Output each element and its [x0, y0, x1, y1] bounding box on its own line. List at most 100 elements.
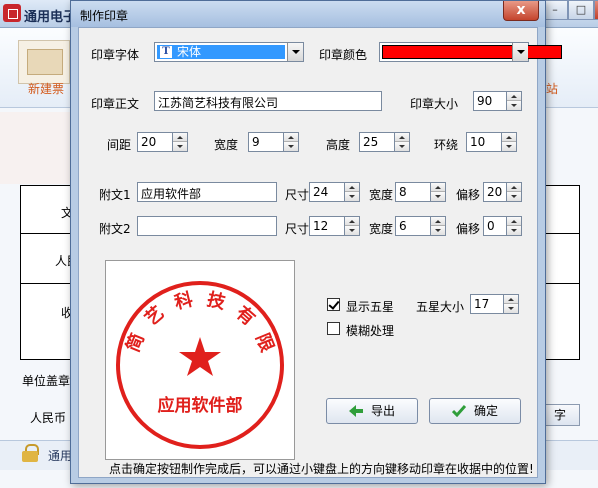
- spin-up-icon[interactable]: [173, 133, 187, 142]
- sub2-offset-input[interactable]: 0: [483, 216, 507, 236]
- stamp-unit-label: 单位盖章: [22, 374, 71, 388]
- sub2-width-spinner[interactable]: [430, 216, 446, 236]
- sub2-size-spinner[interactable]: [344, 216, 360, 236]
- spin-up-icon[interactable]: [395, 133, 409, 142]
- sub1-width-label: 宽度: [369, 188, 394, 202]
- spin-down-icon[interactable]: [345, 192, 359, 201]
- chevron-down-icon[interactable]: [287, 43, 303, 61]
- sub1-input[interactable]: 应用软件部: [137, 182, 277, 202]
- height-spinner[interactable]: [394, 132, 410, 152]
- spin-down-icon[interactable]: [507, 226, 521, 235]
- spin-up-icon[interactable]: [431, 183, 445, 192]
- sub1-width-input[interactable]: 8: [395, 182, 431, 202]
- font-select-value: T 宋体: [157, 45, 285, 59]
- spin-up-icon[interactable]: [284, 133, 298, 142]
- seal-preview: 江苏简艺科技有限公司 应用软件部: [97, 244, 295, 460]
- star-size-input[interactable]: 17: [470, 294, 504, 314]
- blur-checkbox[interactable]: [327, 322, 340, 335]
- spacing-input[interactable]: 20: [137, 132, 173, 152]
- dialog-title: 制作印章: [80, 9, 129, 23]
- sub2-offset-spinner[interactable]: [506, 216, 522, 236]
- spin-down-icon[interactable]: [504, 304, 518, 313]
- spin-up-icon[interactable]: [345, 183, 359, 192]
- checkmark-icon: [452, 405, 466, 417]
- height-label: 高度: [326, 138, 351, 152]
- sub1-size-label: 尺寸: [285, 188, 310, 202]
- spin-down-icon[interactable]: [507, 101, 521, 110]
- color-label: 印章颜色: [319, 48, 368, 62]
- font-select[interactable]: T 宋体: [154, 42, 304, 62]
- spin-down-icon[interactable]: [284, 142, 298, 151]
- color-swatch: [382, 45, 562, 59]
- sub1-size-spinner[interactable]: [344, 182, 360, 202]
- spin-up-icon[interactable]: [431, 217, 445, 226]
- background-banner: [0, 112, 74, 184]
- star-icon: [179, 337, 221, 376]
- spin-up-icon[interactable]: [507, 92, 521, 101]
- maximize-button[interactable]: □: [568, 0, 594, 20]
- spin-up-icon[interactable]: [507, 217, 521, 226]
- sub1-width-spinner[interactable]: [430, 182, 446, 202]
- width-spinner[interactable]: [283, 132, 299, 152]
- spin-down-icon[interactable]: [502, 142, 516, 151]
- ok-button[interactable]: 确定: [429, 398, 521, 424]
- make-seal-dialog: 制作印章 x 印章字体 T 宋体 印章颜色 印章正文 江苏简艺科技有限公司 印章…: [70, 0, 562, 484]
- color-select[interactable]: [379, 42, 562, 62]
- spacing-label: 间距: [107, 138, 132, 152]
- sub1-label: 附文1: [99, 188, 131, 202]
- app-logo-icon: [3, 4, 21, 22]
- loop-spinner[interactable]: [501, 132, 517, 152]
- spacing-spinner[interactable]: [172, 132, 188, 152]
- background-close-button[interactable]: x: [594, 0, 598, 20]
- size-spinner[interactable]: [506, 91, 522, 111]
- width-input[interactable]: 9: [248, 132, 284, 152]
- size-label: 印章大小: [410, 97, 459, 111]
- spin-down-icon[interactable]: [431, 192, 445, 201]
- hint-text: 点击确定按钮制作完成后，可以通过小键盘上的方向键移动印章在收据中的位置!: [109, 462, 534, 476]
- new-receipt-icon[interactable]: [18, 40, 70, 84]
- height-input[interactable]: 25: [359, 132, 395, 152]
- spin-down-icon[interactable]: [395, 142, 409, 151]
- sub2-size-input[interactable]: 12: [309, 216, 345, 236]
- spin-up-icon[interactable]: [345, 217, 359, 226]
- chevron-down-icon[interactable]: [512, 43, 528, 61]
- sub1-size-input[interactable]: 24: [309, 182, 345, 202]
- show-star-checkbox[interactable]: [327, 298, 340, 311]
- spin-up-icon[interactable]: [504, 295, 518, 304]
- font-label: 印章字体: [91, 48, 140, 62]
- rmb-label: 人民币: [30, 411, 67, 425]
- spin-down-icon[interactable]: [507, 192, 521, 201]
- toolbar-right-label[interactable]: 站: [546, 80, 558, 97]
- star-size-spinner[interactable]: [503, 294, 519, 314]
- sub1-offset-input[interactable]: 20: [483, 182, 507, 202]
- loop-label: 环绕: [434, 138, 459, 152]
- background-app-title: 通用电子: [24, 10, 77, 25]
- spin-down-icon[interactable]: [431, 226, 445, 235]
- dialog-titlebar[interactable]: 制作印章 x: [71, 1, 545, 27]
- sub2-width-label: 宽度: [369, 222, 394, 236]
- sub2-label: 附文2: [99, 222, 131, 236]
- main-text-input[interactable]: 江苏简艺科技有限公司: [154, 91, 382, 111]
- spin-down-icon[interactable]: [173, 142, 187, 151]
- sub2-input[interactable]: [137, 216, 277, 236]
- truetype-font-icon: T: [160, 46, 172, 58]
- dialog-close-button[interactable]: x: [503, 1, 539, 21]
- loop-input[interactable]: 10: [466, 132, 502, 152]
- lock-icon: [22, 444, 39, 462]
- export-button[interactable]: 导出: [326, 398, 418, 424]
- sub2-offset-label: 偏移: [456, 222, 481, 236]
- size-input[interactable]: 90: [473, 91, 507, 111]
- spin-up-icon[interactable]: [507, 183, 521, 192]
- seal-arc-text-path: 江苏简艺科技有限公司: [97, 244, 278, 356]
- background-status-text: 通用: [48, 449, 73, 463]
- seal-bottom-text: 应用软件部: [158, 395, 243, 416]
- spin-down-icon[interactable]: [345, 226, 359, 235]
- seal-arc-text: 江苏简艺科技有限公司: [106, 261, 278, 356]
- background-right-button[interactable]: 字: [540, 404, 580, 426]
- spin-up-icon[interactable]: [502, 133, 516, 142]
- width-label: 宽度: [214, 138, 239, 152]
- new-receipt-label[interactable]: 新建票: [28, 80, 64, 97]
- sub1-offset-spinner[interactable]: [506, 182, 522, 202]
- sub2-width-input[interactable]: 6: [395, 216, 431, 236]
- font-name: 宋体: [177, 45, 202, 59]
